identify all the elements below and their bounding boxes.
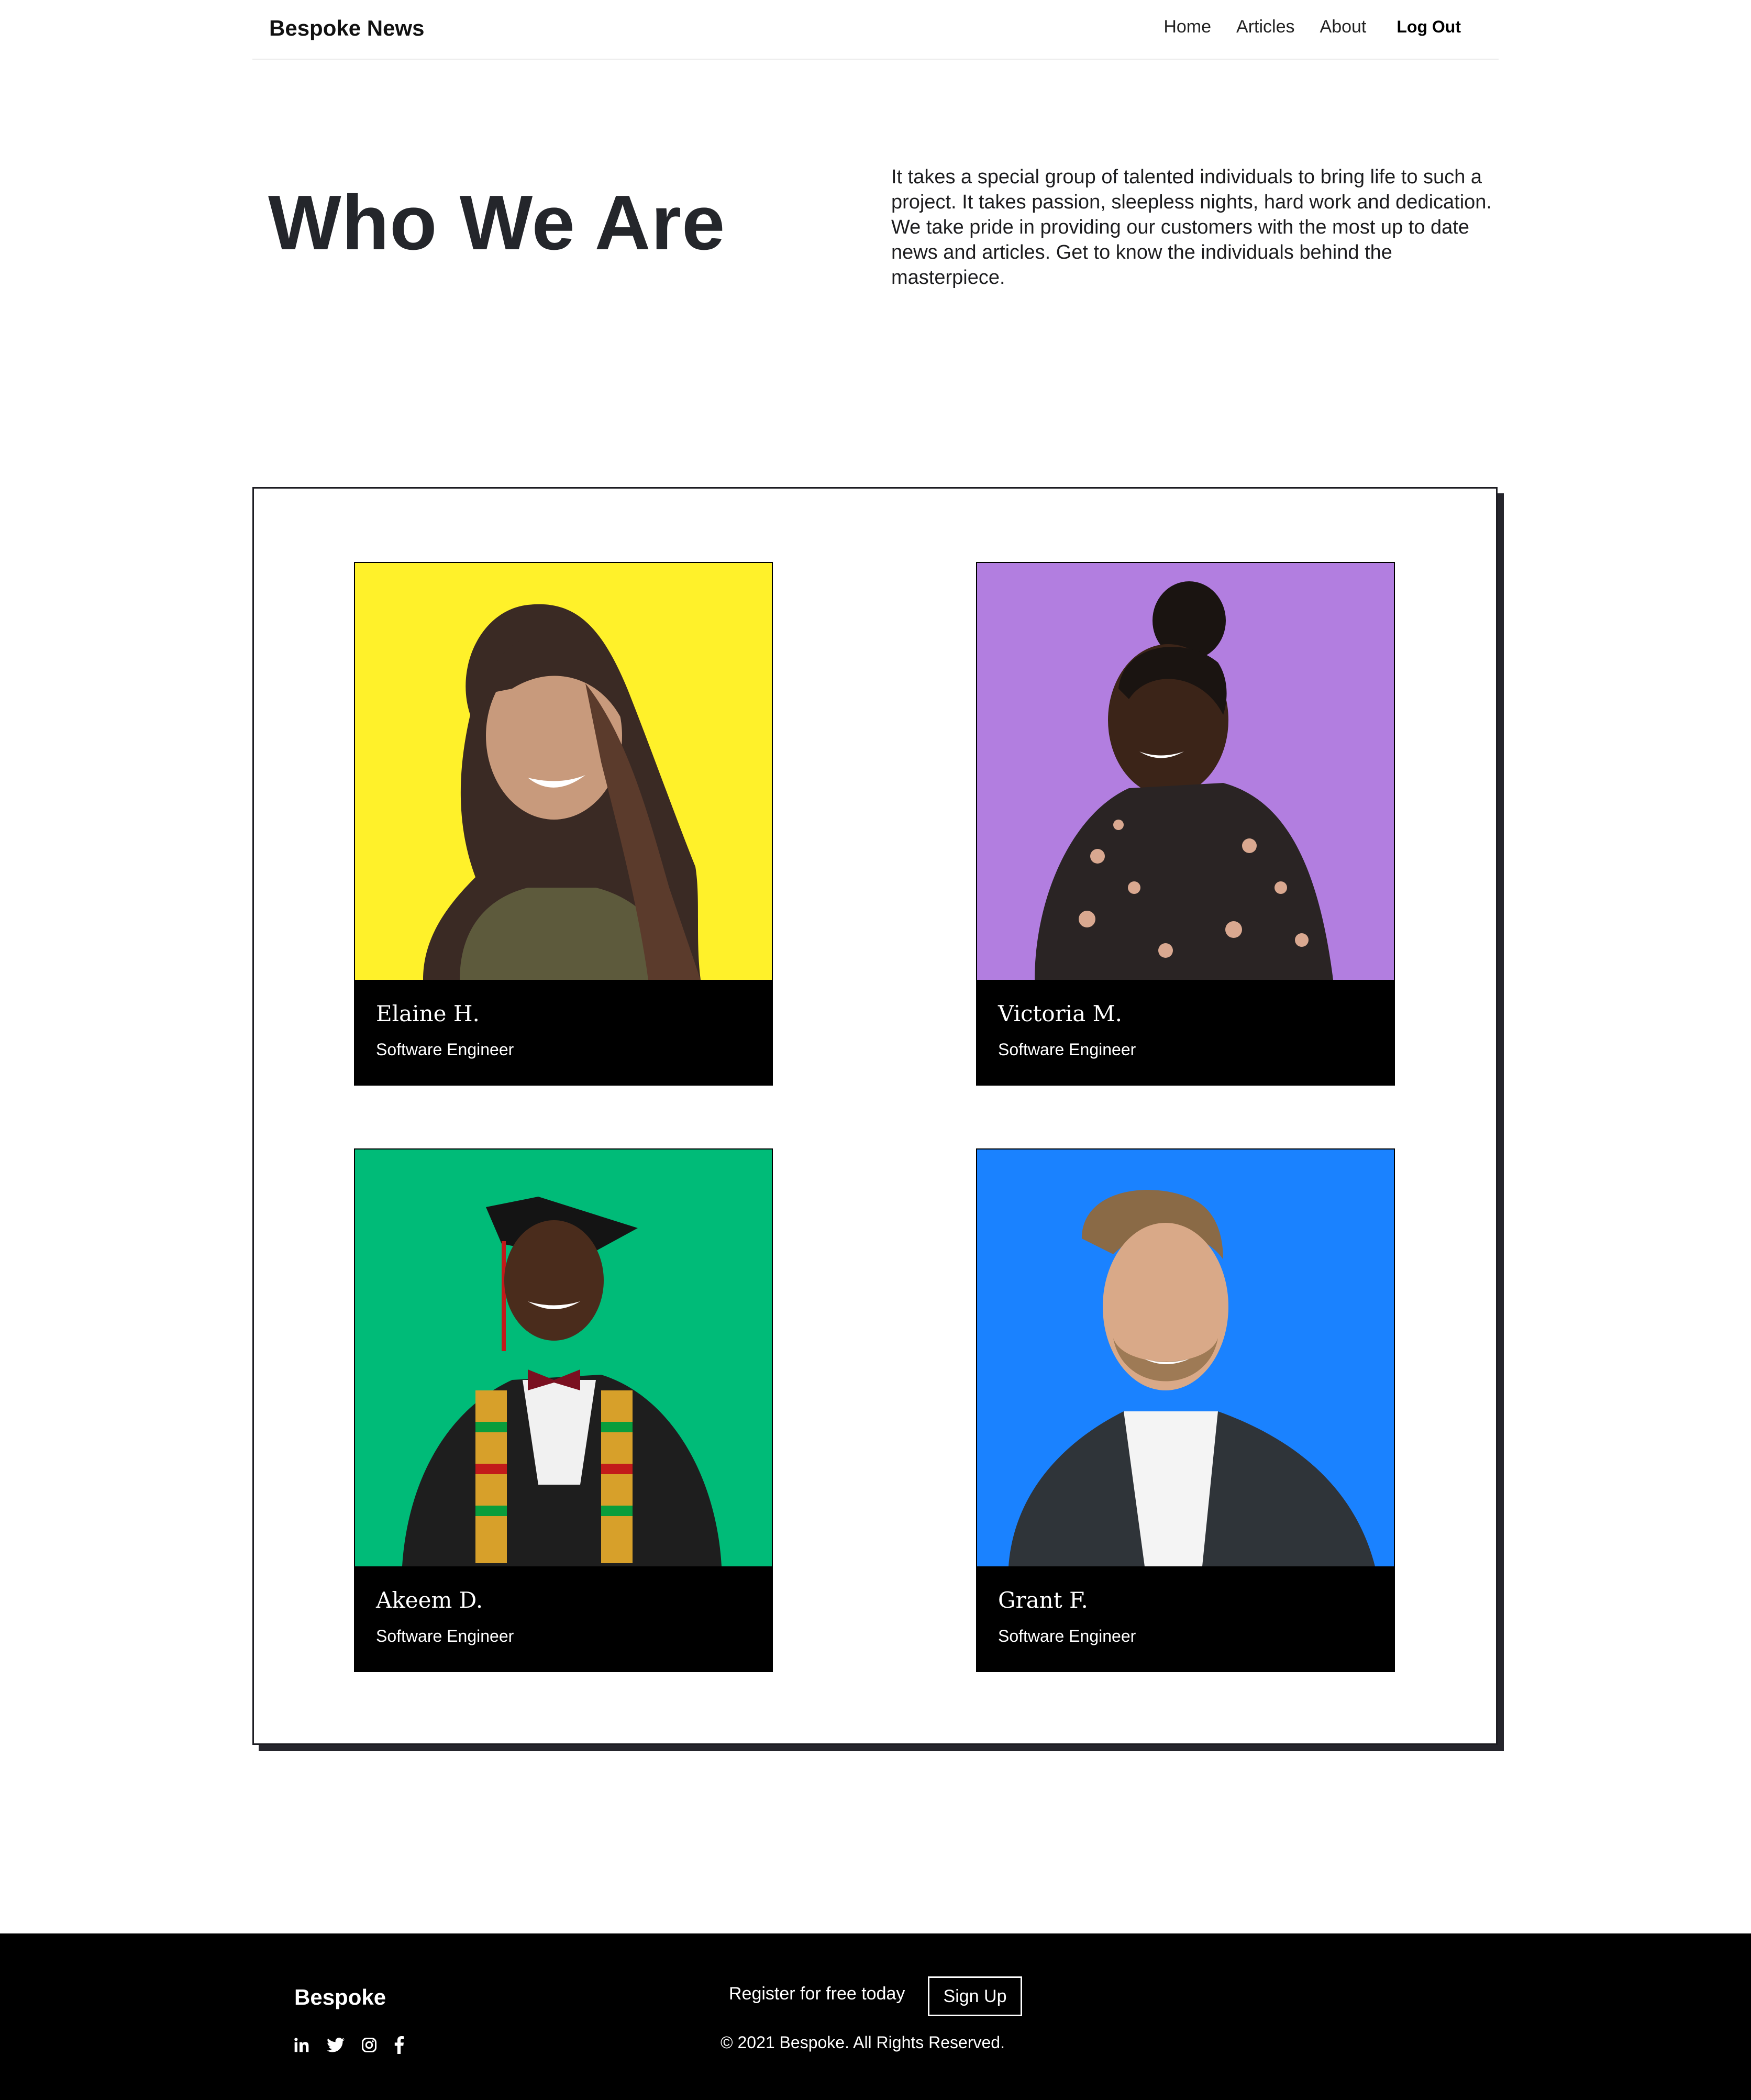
- member-role: Software Engineer: [998, 1627, 1136, 1645]
- member-portrait-image: [355, 1150, 772, 1566]
- nav-link-articles[interactable]: Articles: [1236, 17, 1294, 37]
- hero-description: It takes a special group of talented ind…: [891, 166, 1492, 289]
- member-name: Grant F.: [998, 1587, 1088, 1613]
- member-caption: Grant F. Software Engineer: [977, 1566, 1394, 1671]
- member-caption: Victoria M. Software Engineer: [977, 980, 1394, 1085]
- member-portrait-image: [977, 563, 1394, 980]
- brand-logo[interactable]: Bespoke News: [269, 16, 424, 41]
- copyright-text: © 2021 Bespoke. All Rights Reserved.: [721, 2033, 1005, 2052]
- page-title: Who We Are: [268, 180, 726, 266]
- nav-links: Home Articles About Log Out: [1138, 17, 1461, 37]
- member-photo: [977, 1150, 1394, 1566]
- navbar: Bespoke News Home Articles About Log Out: [252, 0, 1499, 60]
- register-text: Register for free today: [729, 1984, 905, 2004]
- linkedin-icon[interactable]: [293, 2037, 310, 2056]
- member-role: Software Engineer: [998, 1040, 1136, 1059]
- member-portrait-image: [355, 563, 772, 980]
- team-card: Akeem D. Software Engineer: [354, 1148, 773, 1672]
- member-photo: [355, 1150, 772, 1566]
- member-name: Victoria M.: [998, 1001, 1122, 1026]
- member-name: Elaine H.: [376, 1001, 480, 1026]
- footer: Bespoke Register for free today Sign Up …: [0, 1933, 1751, 2100]
- instagram-icon[interactable]: [361, 2037, 377, 2055]
- nav-link-about[interactable]: About: [1320, 17, 1367, 37]
- member-role: Software Engineer: [376, 1627, 514, 1645]
- member-photo: [355, 563, 772, 980]
- team-panel: Elaine H. Software Engineer Victoria M.: [252, 487, 1498, 1745]
- nav-link-home[interactable]: Home: [1163, 17, 1211, 37]
- team-card: Grant F. Software Engineer: [976, 1148, 1395, 1672]
- member-name: Akeem D.: [376, 1587, 483, 1613]
- signup-button[interactable]: Sign Up: [928, 1976, 1022, 2016]
- member-photo: [977, 563, 1394, 980]
- social-links: [293, 2036, 421, 2057]
- logout-button[interactable]: Log Out: [1397, 17, 1461, 37]
- footer-brand[interactable]: Bespoke: [294, 1985, 386, 2010]
- facebook-icon[interactable]: [394, 2036, 404, 2057]
- member-role: Software Engineer: [376, 1040, 514, 1059]
- team-card: Elaine H. Software Engineer: [354, 562, 773, 1086]
- team-card: Victoria M. Software Engineer: [976, 562, 1395, 1086]
- member-portrait-image: [977, 1150, 1394, 1566]
- member-caption: Akeem D. Software Engineer: [355, 1566, 772, 1671]
- twitter-icon[interactable]: [327, 2037, 345, 2055]
- member-caption: Elaine H. Software Engineer: [355, 980, 772, 1085]
